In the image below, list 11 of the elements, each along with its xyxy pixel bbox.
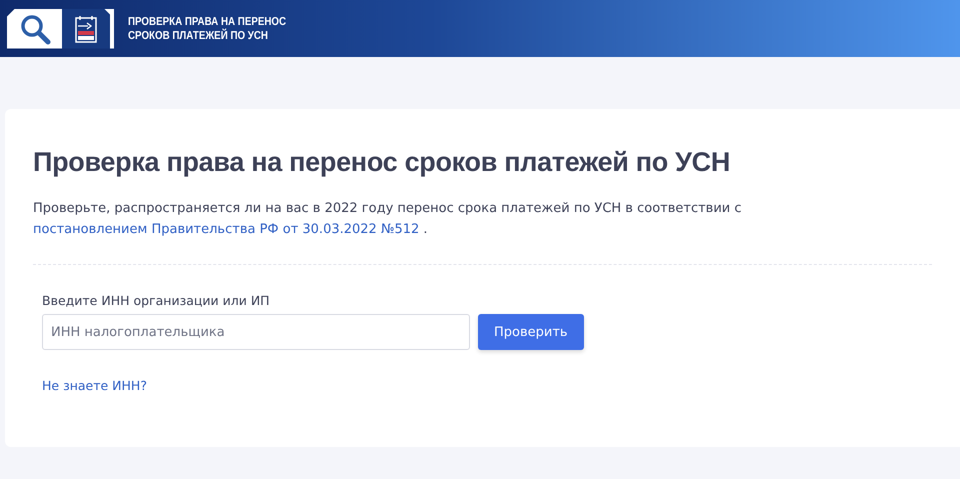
header-title: ПРОВЕРКА ПРАВА НА ПЕРЕНОС [128, 14, 286, 28]
description: Проверьте, распространяется ли на вас в 2022 году перенос срока платежей по УСН в соответствии с постановлением Правительства РФ от 30.03.2022 №512 . [33, 200, 743, 239]
check-button[interactable]: Проверить [478, 314, 584, 350]
help-link[interactable]: Не знаете ИНН? [42, 378, 147, 393]
header-title: СРОКОВ ПЛАТЕЖЕЙ ПО УСН [128, 28, 269, 42]
field-label: Введите ИНН организации или ИП [42, 293, 271, 308]
calendar-icon [75, 14, 97, 42]
page-title: Проверка права на перенос сроков платежей по УСН [33, 147, 732, 178]
regulation-link[interactable]: постановлением Правительства РФ от 30.03.2022 №512 [33, 222, 420, 237]
inn-input-field[interactable]: ИНН налогоплательщика [42, 314, 470, 350]
search-icon [19, 12, 51, 44]
